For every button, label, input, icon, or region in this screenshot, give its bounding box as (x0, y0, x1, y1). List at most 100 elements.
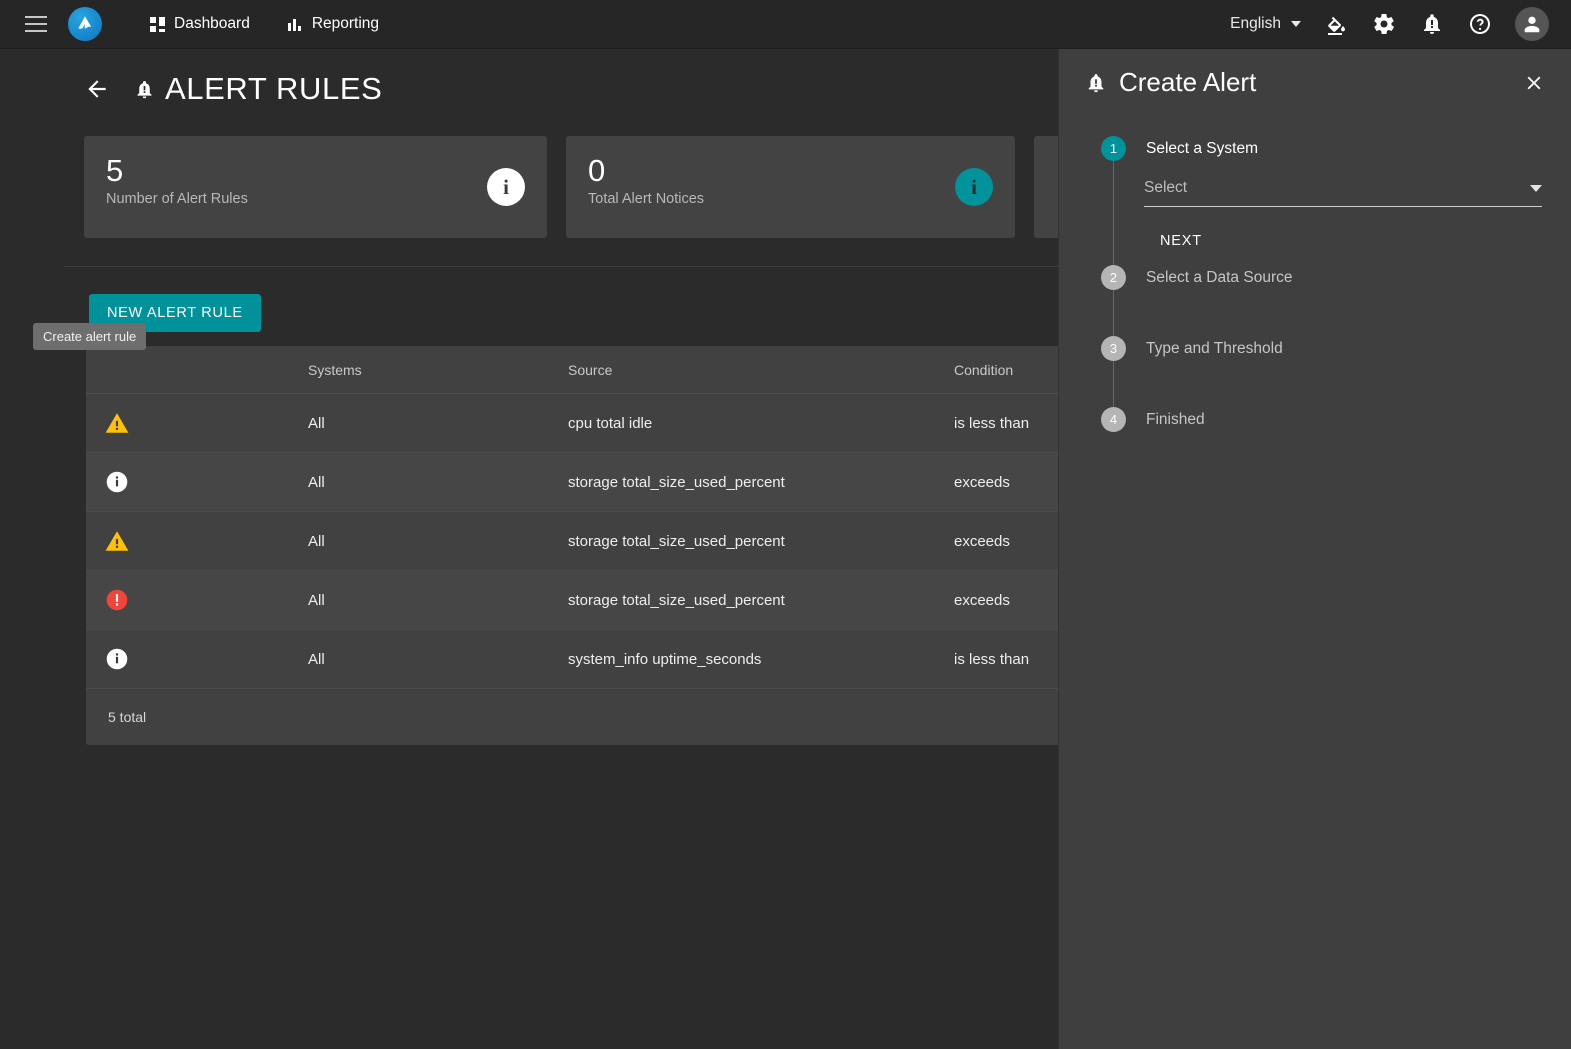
page-title: ALERT RULES (165, 71, 383, 106)
step-header: 2 Select a Data Source (1101, 265, 1571, 290)
dashboard-grid-icon (150, 16, 165, 32)
info-circle-icon[interactable]: i (955, 168, 993, 206)
step-select-a-system[interactable]: 1 Select a System Select NEXT (1101, 136, 1571, 265)
table-row[interactable]: All storage total_size_used_percent exce… (86, 453, 1058, 512)
nav-item-dashboard-label: Dashboard (174, 15, 250, 32)
create-alert-panel: Create Alert 1 Select a System Select NE… (1058, 49, 1571, 1049)
chevron-down-icon (1291, 21, 1301, 27)
next-button[interactable]: NEXT (1150, 225, 1212, 257)
panel-header: Create Alert (1059, 49, 1571, 98)
nav-item-reporting-label: Reporting (311, 15, 380, 32)
row-systems: All (308, 650, 325, 668)
app-logo-icon[interactable] (68, 7, 102, 41)
table-row[interactable]: All cpu total idle is less than (86, 394, 1058, 453)
step-select-a-data-source[interactable]: 2 Select a Data Source (1101, 265, 1571, 336)
stat-card-label: Number of Alert Rules (106, 191, 248, 207)
row-systems: All (308, 414, 325, 432)
row-condition: exceeds (954, 473, 1010, 491)
stat-card-alert-rules: 5 Number of Alert Rules i (84, 136, 547, 238)
info-circle-icon (104, 469, 130, 495)
row-severity-cell (86, 587, 308, 613)
step-header: 4 Finished (1101, 407, 1571, 432)
info-circle-icon[interactable]: i (487, 168, 525, 206)
nav-item-reporting[interactable]: Reporting (287, 15, 380, 33)
step-label: Type and Threshold (1146, 339, 1283, 357)
step-label: Select a Data Source (1146, 268, 1293, 286)
row-severity-cell (86, 410, 308, 436)
row-severity-cell (86, 646, 308, 672)
nav-item-dashboard[interactable]: Dashboard (150, 15, 250, 33)
row-condition: is less than (954, 650, 1030, 668)
bell-alert-icon (1085, 72, 1107, 94)
system-select[interactable]: Select (1144, 179, 1542, 207)
hamburger-menu-icon[interactable] (14, 4, 58, 44)
page-content: ALERT RULES 5 Number of Alert Rules i 0 … (0, 49, 1058, 1049)
new-rule-area: NEW ALERT RULE Create alert rule (0, 267, 1058, 350)
row-severity-cell (86, 528, 308, 554)
step-label: Select a System (1146, 139, 1258, 157)
table-row[interactable]: All system_info uptime_seconds is less t… (86, 630, 1058, 689)
column-header-condition: Condition (954, 361, 1014, 378)
panel-title: Create Alert (1119, 67, 1257, 97)
table-row[interactable]: All storage total_size_used_percent exce… (86, 512, 1058, 571)
help-circle-icon[interactable] (1467, 11, 1493, 37)
step-type-and-threshold[interactable]: 3 Type and Threshold (1101, 336, 1571, 407)
stat-card-value: 5 (106, 153, 124, 188)
step-number: 1 (1101, 136, 1126, 161)
stat-cards: 5 Number of Alert Rules i 0 Total Alert … (0, 107, 1058, 238)
row-source: cpu total idle (568, 414, 653, 432)
row-source: system_info uptime_seconds (568, 650, 762, 668)
account-avatar-icon[interactable] (1515, 7, 1549, 41)
top-navigation-bar: Dashboard Reporting English (0, 0, 1571, 49)
row-source: storage total_size_used_percent (568, 473, 785, 491)
critical-circle-icon (104, 587, 130, 613)
close-icon[interactable] (1519, 68, 1549, 98)
step-finished[interactable]: 4 Finished (1101, 407, 1571, 432)
warning-triangle-icon (104, 410, 130, 436)
warning-triangle-icon (104, 528, 130, 554)
stat-card-value: 0 (588, 153, 606, 188)
chevron-down-icon (1530, 184, 1542, 192)
table-header-row: Systems Source Condition (86, 346, 1058, 394)
app-root: Dashboard Reporting English ALERT RULES … (0, 0, 1571, 1049)
page-header: ALERT RULES (0, 49, 1058, 107)
back-arrow-icon[interactable] (84, 76, 110, 102)
row-condition: exceeds (954, 591, 1010, 609)
format-color-fill-icon[interactable] (1323, 11, 1349, 37)
row-condition: exceeds (954, 532, 1010, 550)
topbar-actions: English (1230, 7, 1571, 41)
step-header: 3 Type and Threshold (1101, 336, 1571, 361)
bell-alert-icon (134, 79, 155, 100)
step-header: 1 Select a System (1101, 136, 1571, 161)
step-body-select-a-system: Select NEXT (1113, 161, 1571, 265)
table-footer-total: 5 total (86, 689, 1058, 745)
create-alert-stepper: 1 Select a System Select NEXT 2 Select a… (1059, 98, 1571, 432)
row-source: storage total_size_used_percent (568, 591, 785, 609)
step-connector (1113, 290, 1571, 336)
bar-chart-icon (287, 17, 303, 31)
language-selector[interactable]: English (1230, 15, 1301, 33)
column-header-source: Source (568, 361, 613, 378)
step-label: Finished (1146, 410, 1205, 428)
system-select-value: Select (1144, 179, 1188, 196)
stat-card-alert-notices: 0 Total Alert Notices i (566, 136, 1015, 238)
step-number: 4 (1101, 407, 1126, 432)
row-systems: All (308, 532, 325, 550)
stat-card-label: Total Alert Notices (588, 191, 705, 207)
table-row[interactable]: All storage total_size_used_percent exce… (86, 571, 1058, 630)
column-header-systems: Systems (308, 361, 362, 378)
language-label: English (1230, 15, 1281, 32)
alert-rules-table: Systems Source Condition All cpu total i… (86, 346, 1058, 745)
main-nav: Dashboard Reporting (150, 15, 379, 33)
step-number: 2 (1101, 265, 1126, 290)
stat-card-third-partial (1034, 136, 1058, 238)
row-severity-cell (86, 469, 308, 495)
alert-bell-icon[interactable] (1419, 11, 1445, 37)
info-circle-icon (104, 646, 130, 672)
step-number: 3 (1101, 336, 1126, 361)
row-source: storage total_size_used_percent (568, 532, 785, 550)
gear-icon[interactable] (1371, 11, 1397, 37)
tooltip-create-alert-rule: Create alert rule (33, 323, 147, 350)
row-systems: All (308, 473, 325, 491)
step-connector (1113, 361, 1571, 407)
